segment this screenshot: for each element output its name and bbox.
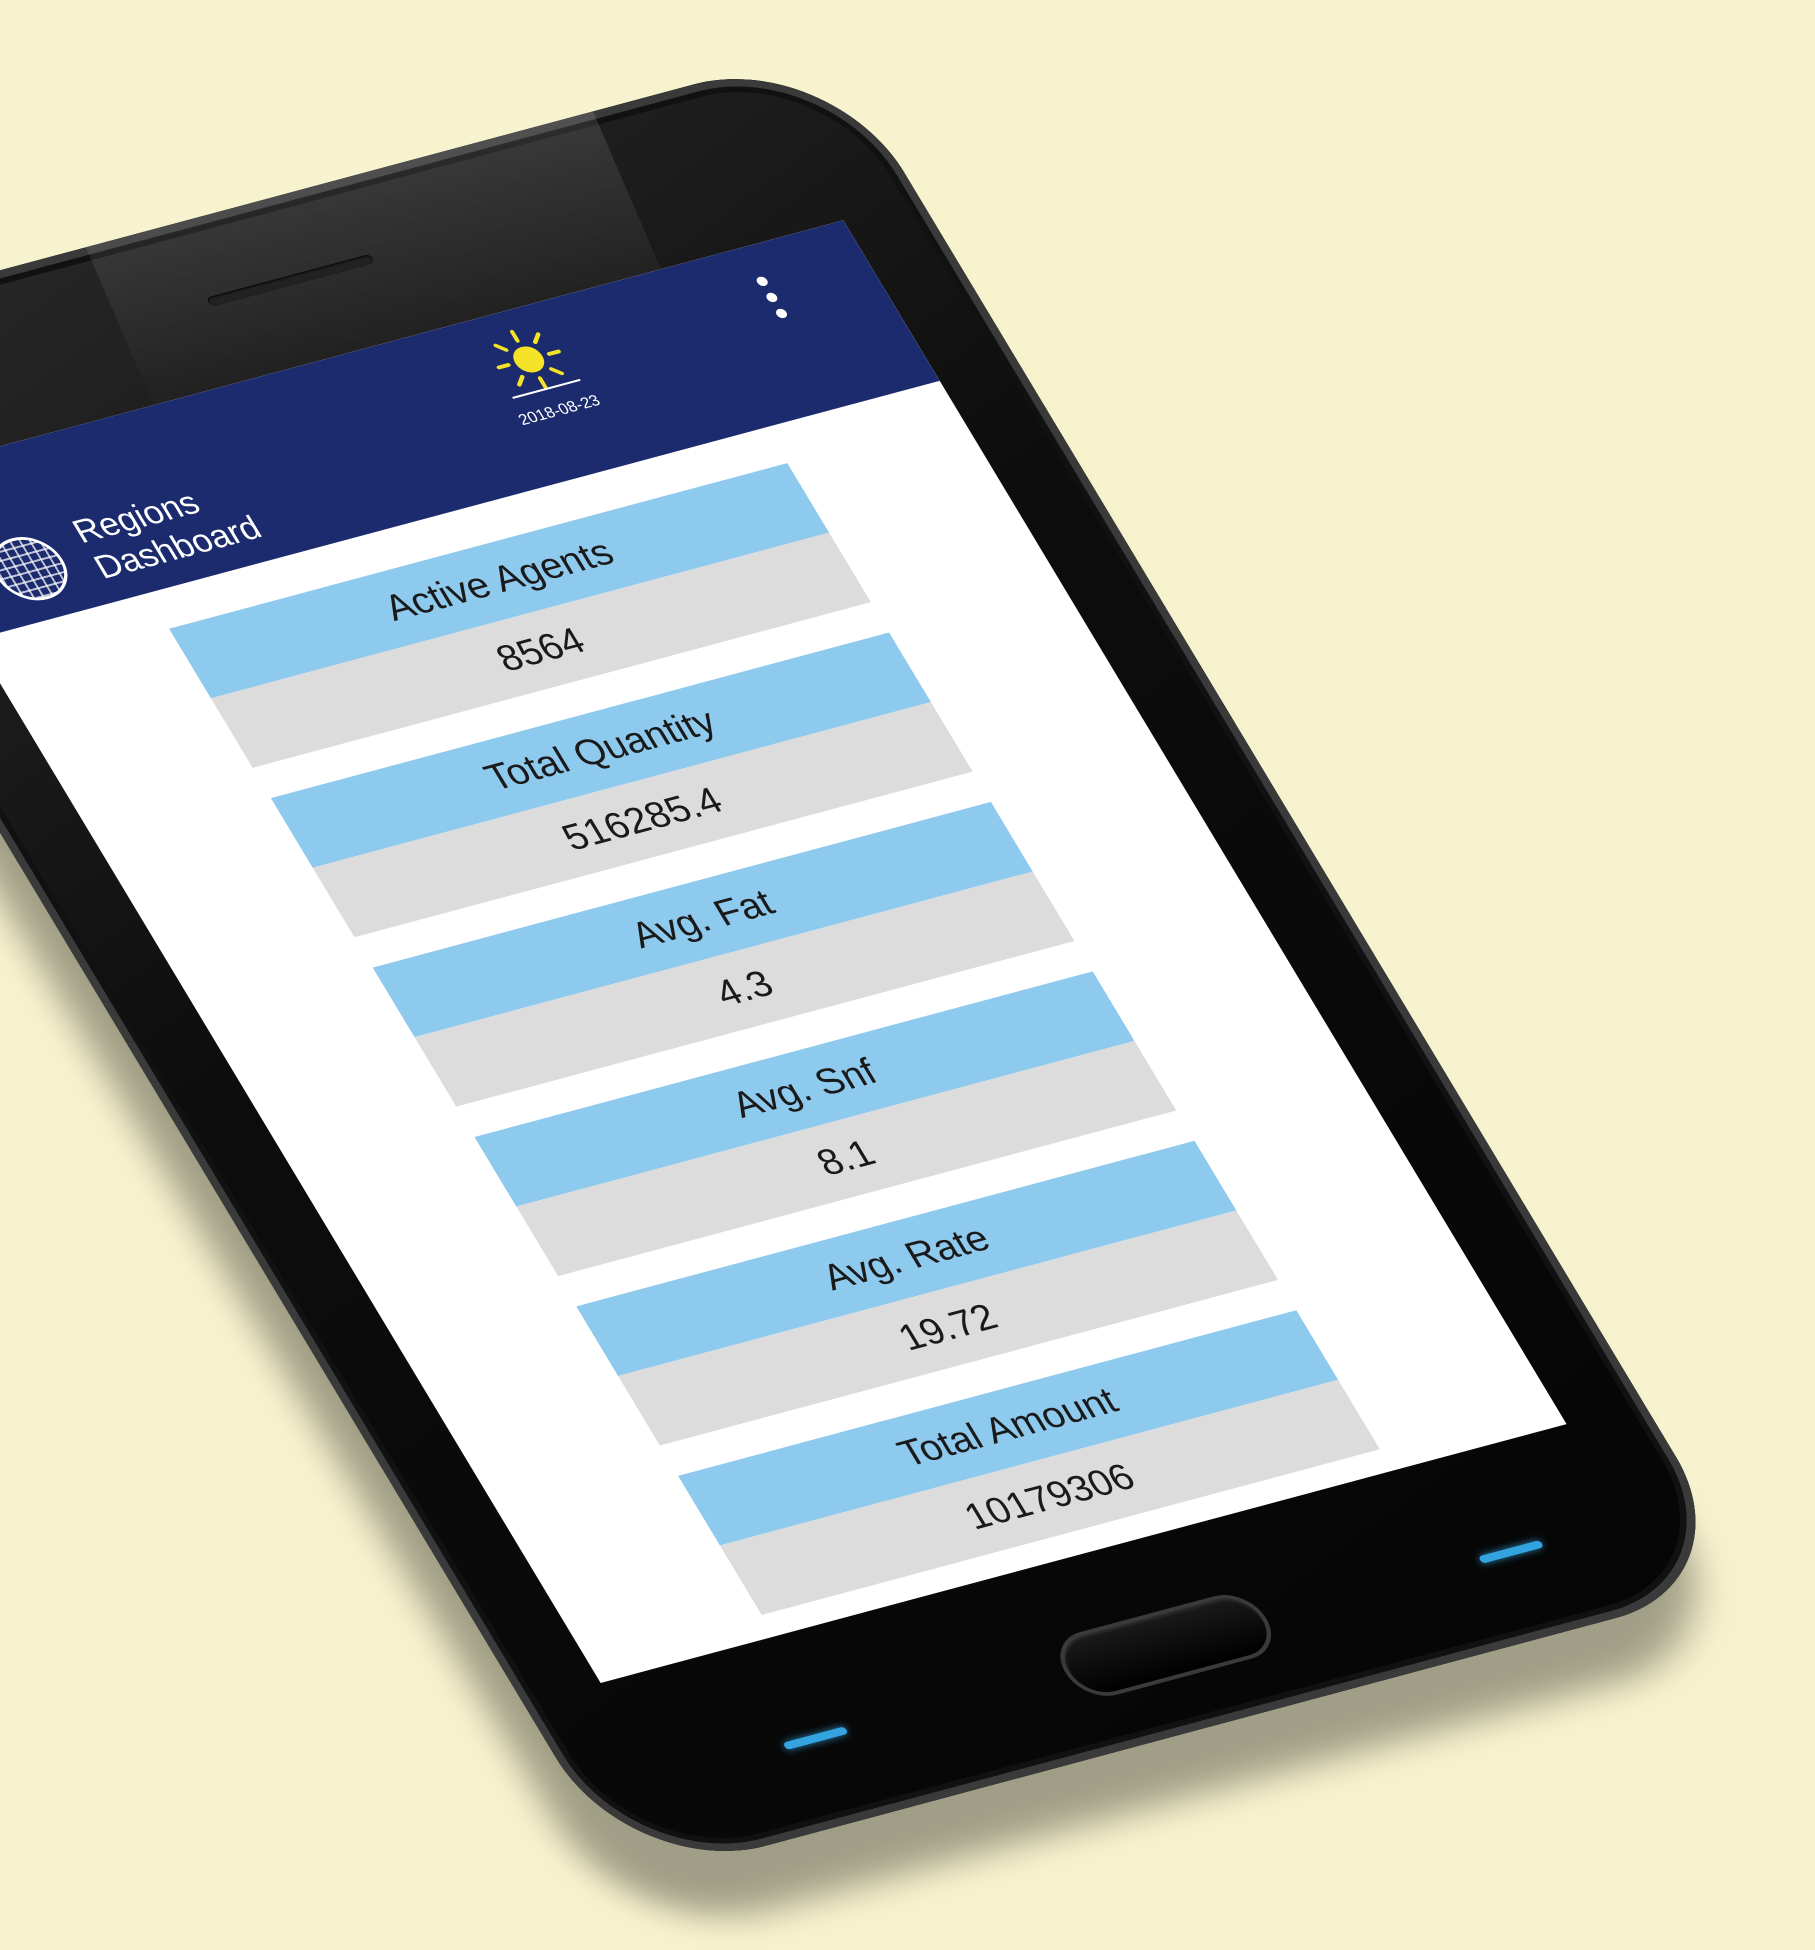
- home-button[interactable]: [1046, 1587, 1285, 1704]
- menu-dot: [764, 291, 780, 304]
- phone-device: Regions Dashboard 2018-08-23 Active Agen…: [0, 48, 1752, 1882]
- weather-widget: 2018-08-23: [452, 313, 623, 435]
- sun-icon: [493, 329, 581, 399]
- back-key-icon[interactable]: [782, 1726, 849, 1751]
- menu-dot: [754, 275, 770, 288]
- menu-dot: [773, 307, 790, 320]
- metrics-list: Active Agents 8564 Total Quantity 516285…: [0, 381, 1554, 1662]
- globe-logo-icon: [0, 529, 81, 608]
- recent-apps-key-icon[interactable]: [1477, 1540, 1545, 1564]
- more-vert-icon[interactable]: [742, 269, 808, 339]
- phone-screen: Regions Dashboard 2018-08-23 Active Agen…: [0, 220, 1567, 1683]
